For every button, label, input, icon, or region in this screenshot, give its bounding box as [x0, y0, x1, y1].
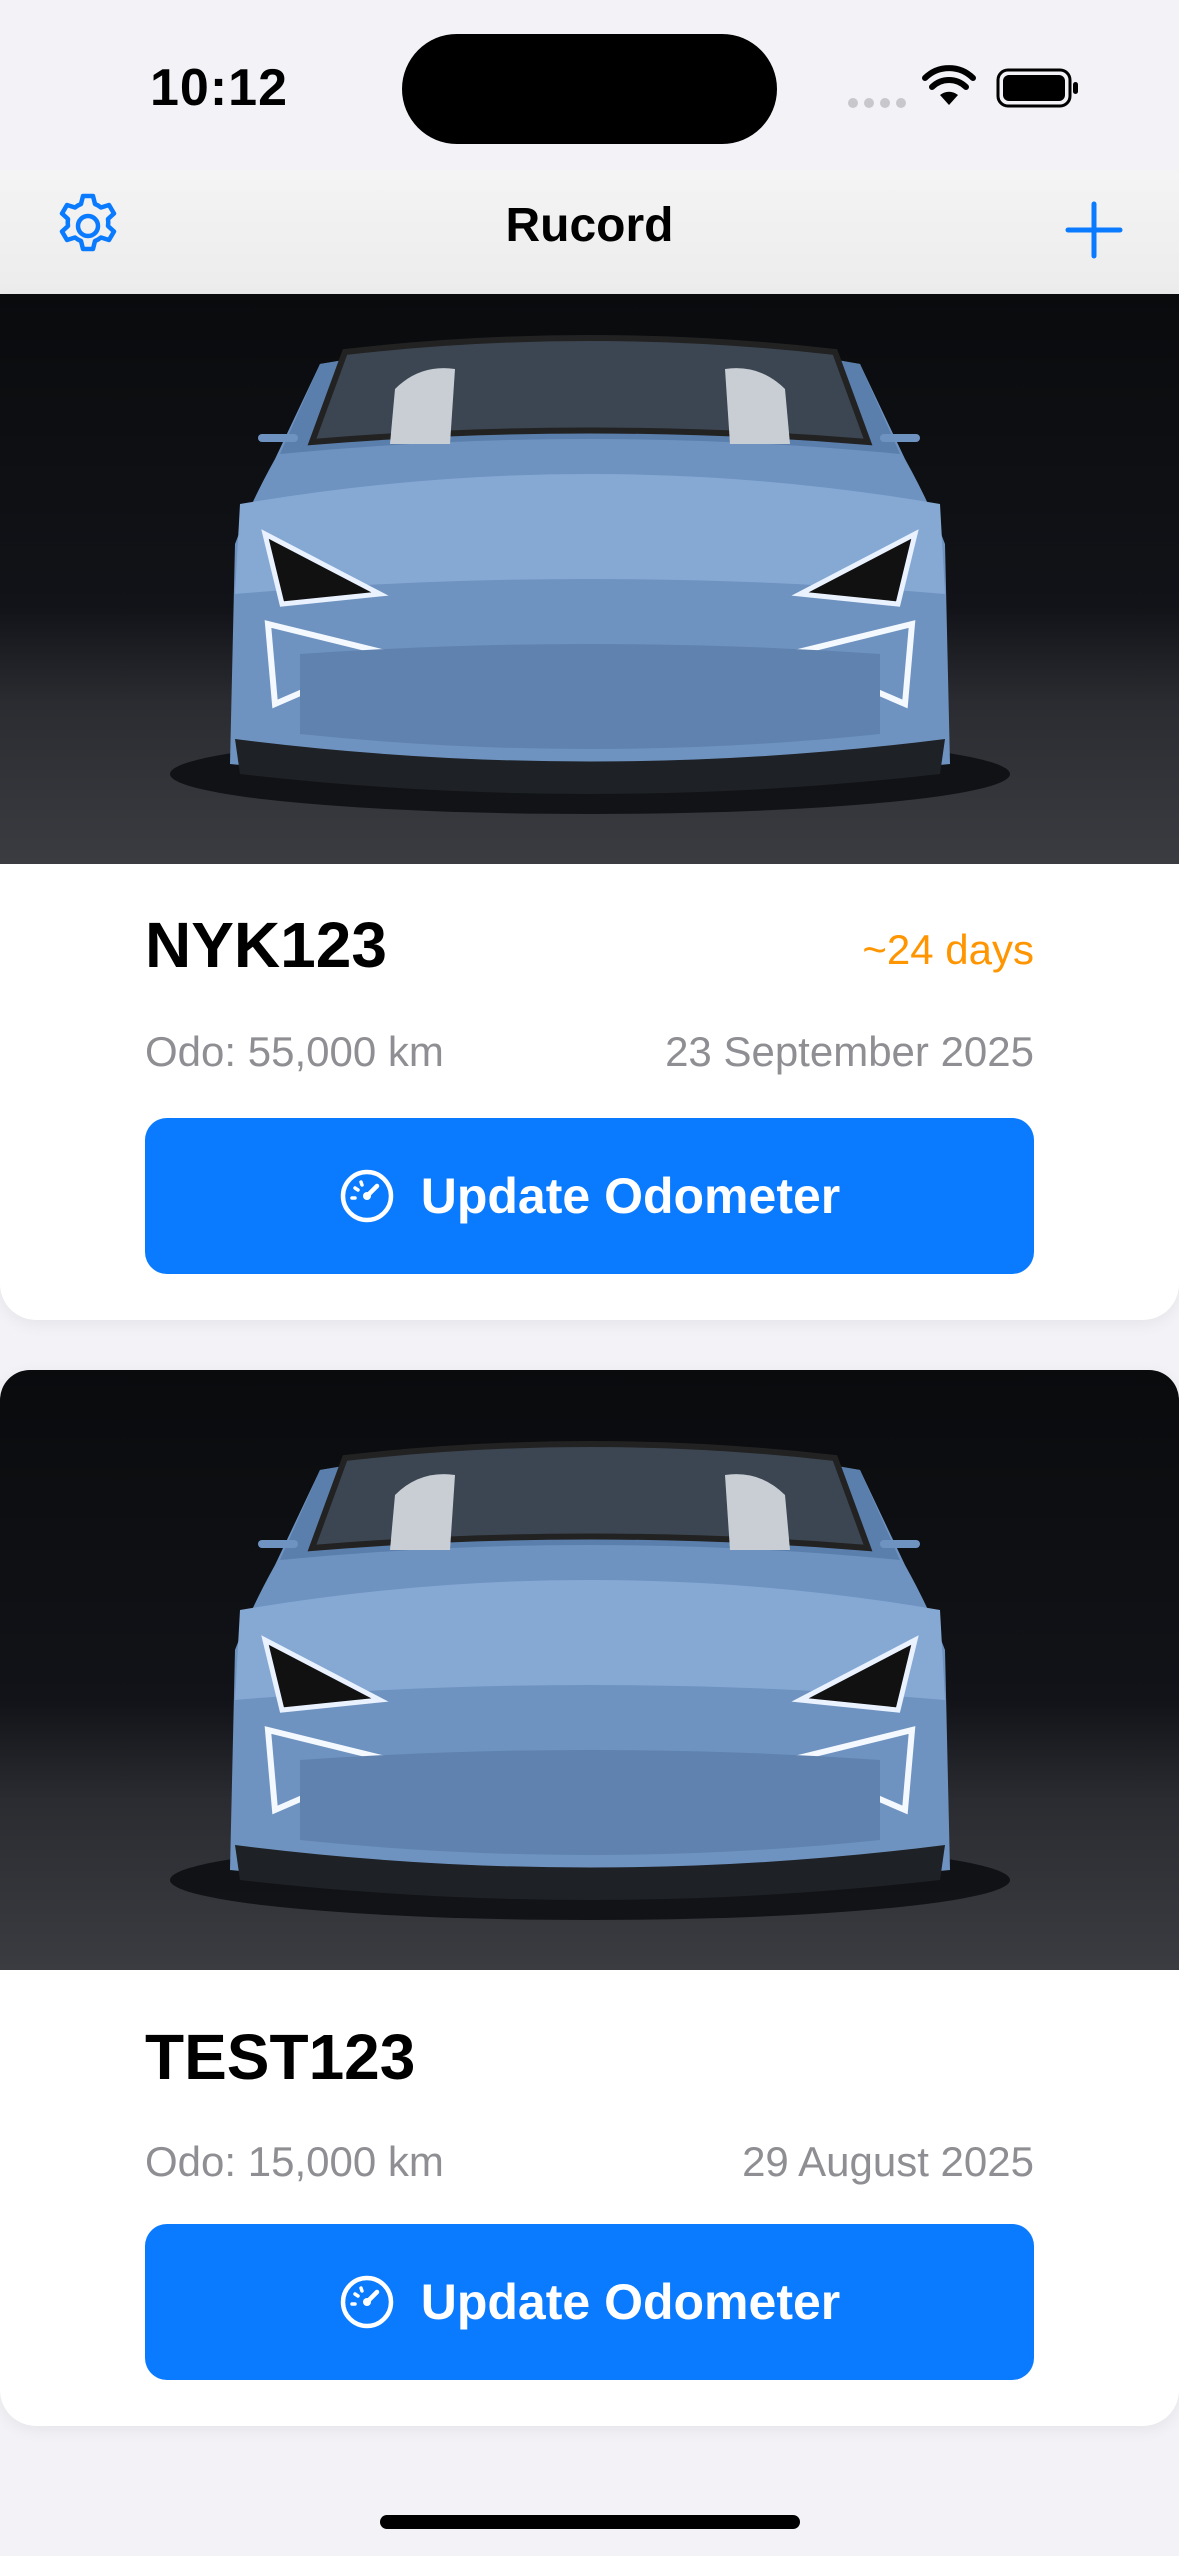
service-due-badge: ~24 days: [862, 926, 1034, 973]
battery-icon: [996, 68, 1078, 108]
status-time: 10:12: [150, 59, 288, 117]
odometer-reading: Odo: 15,000 km: [145, 2138, 444, 2185]
vehicle-card[interactable]: TEST123 Odo: 15,000 km 29 August 2025 Up…: [0, 1370, 1179, 2426]
odometer-reading: Odo: 55,000 km: [145, 1028, 444, 1075]
update-odometer-label: Update Odometer: [420, 1168, 841, 1224]
car-photo: [0, 294, 1179, 864]
page-title: Rucord: [505, 199, 674, 252]
reading-date: 23 September 2025: [665, 1028, 1034, 1075]
update-odometer-button[interactable]: Update Odometer: [145, 2224, 1034, 2380]
wifi-icon: [922, 65, 976, 105]
update-odometer-label: Update Odometer: [420, 2274, 841, 2330]
navigation-bar: Rucord: [0, 170, 1179, 294]
status-bar: 10:12: [0, 0, 1179, 170]
car-photo: [0, 1370, 1179, 1970]
speedometer-icon: [340, 2275, 393, 2329]
cellular-signal-icon: [848, 98, 906, 108]
plus-icon[interactable]: [1058, 194, 1130, 266]
vehicle-plate: TEST123: [145, 2021, 416, 2093]
update-odometer-button[interactable]: Update Odometer: [145, 1118, 1034, 1274]
home-indicator[interactable]: [380, 2515, 800, 2529]
vehicle-plate: NYK123: [145, 909, 387, 981]
speedometer-icon: [340, 1169, 393, 1223]
vehicle-card[interactable]: NYK123 ~24 days Odo: 55,000 km 23 Septem…: [0, 294, 1179, 1320]
dynamic-island: [402, 34, 777, 144]
reading-date: 29 August 2025: [742, 2138, 1034, 2185]
